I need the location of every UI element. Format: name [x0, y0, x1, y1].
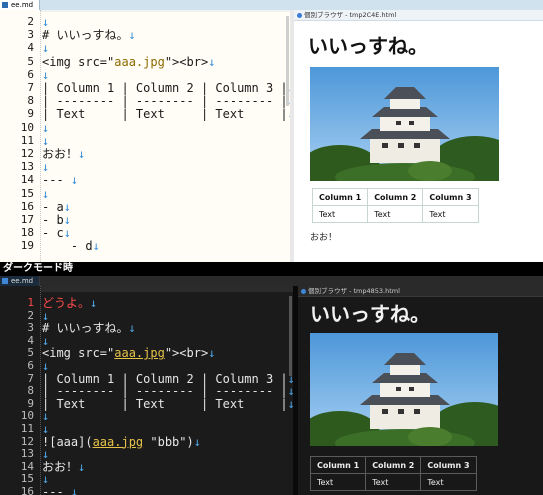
- code-text: ---: [42, 485, 71, 495]
- newline-marker: ↓: [193, 434, 201, 449]
- newline-marker: ↓: [70, 173, 79, 188]
- light-ruler: [0, 10, 290, 12]
- line-number: 16: [20, 485, 34, 495]
- dark-editor-scrollbar[interactable]: [289, 296, 292, 376]
- castle-image: [310, 67, 499, 181]
- light-file-tab-label: ee.md: [11, 1, 34, 9]
- light-preview-heading: いいっすね。: [308, 34, 428, 58]
- newline-marker: ↓: [128, 28, 136, 43]
- code-text: <img src=": [42, 346, 115, 361]
- table-header-row: Column 1 Column 2 Column 3: [309, 456, 477, 474]
- dark-file-tab[interactable]: ee.md: [0, 276, 40, 286]
- code-line: どうよ。↓: [42, 294, 97, 312]
- light-preview-table: Column 1 Column 2 Column 3 Text Text Tex…: [311, 188, 479, 223]
- dark-ruler: [0, 286, 293, 292]
- code-line: --- ↓: [42, 483, 78, 495]
- code-string: aaa.jpg: [114, 54, 165, 69]
- line-number: 19: [20, 239, 34, 253]
- dark-preview-titlebar: 個別ブラウザ - tmp4853.html: [298, 286, 543, 297]
- file-icon: [2, 2, 8, 8]
- table-cell: Text: [309, 473, 367, 491]
- code-text: "><br>: [164, 54, 209, 69]
- table-header-cell: Column 3: [422, 188, 479, 206]
- table-cell: Text: [311, 205, 369, 223]
- table-row: Text Text Text: [311, 205, 479, 223]
- code-line: | Text | Text | Text |↓: [42, 395, 295, 413]
- castle-image: [310, 333, 498, 446]
- code-text: <img src=": [42, 54, 115, 69]
- code-text: "><br>: [164, 346, 209, 361]
- browser-icon: [297, 13, 302, 18]
- table-cell: Text: [367, 205, 424, 223]
- code-line: <img src="aaa.jpg"><br>↓: [42, 344, 215, 362]
- table-header-cell: Column 3: [420, 456, 477, 474]
- light-preview-paragraph: おお！: [310, 233, 338, 243]
- light-editor-scrollbar[interactable]: [286, 16, 289, 106]
- table-cell: Text: [365, 473, 422, 491]
- code-text: | Text | Text | Text |: [42, 107, 288, 122]
- dark-mode-window: ee.md 1 どうよ。↓ 2 ↓ 3 # いいっすね。↓ 4 ↓ 5 <img src="aaa…: [0, 276, 543, 495]
- newline-marker: ↓: [92, 239, 100, 254]
- dark-editor[interactable]: 1 どうよ。↓ 2 ↓ 3 # いいっすね。↓ 4 ↓ 5 <img src="aaa.jpg">…: [0, 286, 295, 495]
- file-icon: [2, 278, 8, 284]
- code-line: # いいっすね。↓: [42, 319, 136, 337]
- code-text: "bbb"): [143, 434, 194, 449]
- code-text: - d: [42, 239, 93, 254]
- newline-marker: ↓: [78, 147, 86, 161]
- light-preview-titlebar: 個別ブラウザ - tmp2C4E.html: [294, 10, 543, 21]
- light-editor[interactable]: 2 ↓ 3 # いいっすね。↓ 4 ↓ 5 <img src="aaa.jpg"><br>↓ 6…: [0, 10, 295, 262]
- table-row: Text Text Text: [309, 473, 477, 491]
- table-header-cell: Column 2: [365, 456, 422, 474]
- newline-marker: ↓: [70, 485, 79, 495]
- code-line: # いいっすね。↓: [42, 26, 136, 44]
- dark-preview-title: 個別ブラウザ - tmp4853.html: [308, 287, 400, 295]
- code-line: | Text | Text | Text |↓: [42, 105, 295, 123]
- dark-file-tab-label: ee.md: [11, 277, 34, 285]
- table-cell: Text: [420, 473, 477, 491]
- light-file-tab[interactable]: ee.md: [0, 0, 40, 10]
- table-header-cell: Column 1: [311, 188, 369, 206]
- newline-marker: ↓: [90, 296, 98, 310]
- code-string: aaa.jpg: [114, 346, 165, 361]
- code-string: aaa.jpg: [92, 434, 144, 449]
- code-text: # いいっすね。: [42, 321, 129, 336]
- code-text: | Text | Text | Text |: [42, 396, 288, 411]
- newline-marker: ↓: [208, 346, 216, 361]
- dark-preview-table: Column 1 Column 2 Column 3 Text Text Tex…: [309, 456, 477, 491]
- code-line: ![aaa](aaa.jpg "bbb")↓: [42, 433, 201, 451]
- code-line: <img src="aaa.jpg"><br>↓: [42, 53, 215, 71]
- table-header-cell: Column 1: [309, 456, 367, 474]
- dark-preview-heading: いいっすね。: [310, 302, 430, 326]
- newline-marker: ↓: [208, 54, 216, 69]
- light-preview-title: 個別ブラウザ - tmp2C4E.html: [304, 11, 397, 19]
- table-header-cell: Column 2: [367, 188, 424, 206]
- code-line: - d↓: [42, 237, 100, 255]
- light-mode-window: ee.md 2 ↓ 3 # いいっすね。↓ 4 ↓ 5 <img src="aaa.jpg">…: [0, 0, 543, 262]
- section-divider: ダークモード時: [0, 262, 543, 276]
- table-header-row: Column 1 Column 2 Column 3: [311, 188, 479, 206]
- code-text: ![aaa](: [42, 434, 93, 449]
- dark-mode-label: ダークモード時: [3, 263, 73, 274]
- code-text: # いいっすね。: [42, 28, 129, 43]
- newline-marker: ↓: [128, 321, 136, 336]
- browser-icon: [301, 289, 306, 294]
- dark-preview-pane: 個別ブラウザ - tmp4853.html いいっすね。 Column 1 Co…: [293, 286, 543, 495]
- newline-marker: ↓: [78, 459, 86, 474]
- light-preview-pane: 個別ブラウザ - tmp2C4E.html いいっすね。 Column 1 Co…: [290, 10, 543, 262]
- table-cell: Text: [422, 205, 479, 223]
